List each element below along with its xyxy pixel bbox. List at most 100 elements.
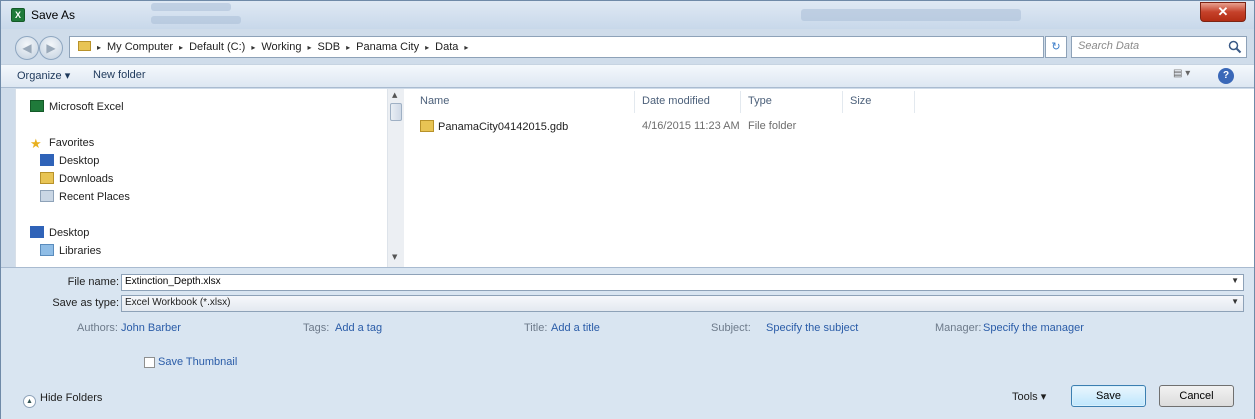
column-divider[interactable]	[842, 91, 843, 113]
refresh-button[interactable]: ↻	[1045, 36, 1067, 58]
title-value[interactable]: Add a title	[551, 322, 600, 334]
breadcrumb-separator: ▸	[97, 43, 102, 52]
star-icon: ★	[30, 136, 42, 151]
title-label: Title:	[524, 322, 548, 334]
new-folder-button[interactable]: New folder	[93, 69, 146, 81]
nav-item-desktop[interactable]: Desktop	[40, 153, 99, 169]
column-divider[interactable]	[634, 91, 635, 113]
file-name-label: File name:	[67, 276, 119, 288]
file-name: PanamaCity04142015.gdb	[438, 121, 569, 133]
breadcrumb-separator: ▸	[179, 43, 184, 52]
nav-item-label: Microsoft Excel	[49, 101, 124, 113]
breadcrumb-working[interactable]: Working	[261, 41, 301, 53]
excel-icon: X	[11, 8, 25, 22]
column-divider[interactable]	[740, 91, 741, 113]
forward-button[interactable]: ▶	[39, 36, 63, 60]
window-title: Save As	[31, 8, 76, 22]
recent-places-icon	[40, 190, 54, 202]
hide-folders-button[interactable]: ▲ Hide Folders	[23, 392, 102, 408]
background-blur	[151, 3, 231, 11]
desktop-icon	[30, 226, 44, 238]
nav-item-label: Recent Places	[59, 191, 130, 203]
tags-label: Tags:	[303, 322, 330, 334]
excel-icon	[30, 100, 44, 112]
chevron-down-icon[interactable]: ▼	[1231, 297, 1239, 306]
title-bar[interactable]: X Save As ✕	[1, 1, 1254, 29]
file-type-cell: File folder	[748, 120, 797, 132]
breadcrumb-separator: ▸	[346, 43, 351, 52]
search-icon[interactable]	[1228, 40, 1242, 54]
downloads-icon	[40, 172, 54, 184]
save-as-type-value: Excel Workbook (*.xlsx)	[125, 297, 231, 308]
nav-item-favorites[interactable]: ★ Favorites	[30, 135, 94, 151]
folder-icon	[420, 120, 434, 132]
background-blur	[151, 16, 241, 24]
breadcrumb-default-c[interactable]: Default (C:)	[189, 41, 245, 53]
navigation-scrollbar[interactable]: ▲ ▼	[387, 89, 404, 267]
scroll-down-icon[interactable]: ▼	[392, 253, 397, 261]
nav-item-label: Desktop	[49, 227, 90, 239]
column-divider[interactable]	[914, 91, 915, 113]
address-bar[interactable]: ▸ My Computer ▸ Default (C:) ▸ Working ▸ SDB ▸ Pa…	[69, 36, 1104, 59]
address-row: ◀ ▶ ▸ My Computer ▸ Default (C:) ▸ Working ▸ SD…	[1, 30, 1254, 64]
nav-item-desktop-root[interactable]: Desktop	[30, 225, 89, 241]
tools-button[interactable]: Tools ▾	[1012, 390, 1046, 403]
hide-folders-label: Hide Folders	[40, 392, 103, 404]
nav-item-microsoft-excel[interactable]: Microsoft Excel	[30, 99, 124, 115]
column-header-date-modified[interactable]: Date modified	[642, 95, 710, 107]
nav-item-recent-places[interactable]: Recent Places	[40, 189, 130, 205]
column-header-name[interactable]: Name	[420, 95, 449, 107]
save-thumbnail-checkbox[interactable]	[144, 357, 155, 368]
breadcrumb-separator: ▸	[251, 43, 256, 52]
back-button[interactable]: ◀	[15, 36, 39, 60]
manager-value[interactable]: Specify the manager	[983, 322, 1084, 334]
command-toolbar: Organize ▾ New folder ▤ ▾ ?	[1, 64, 1254, 88]
subject-label: Subject:	[711, 322, 751, 334]
chevron-down-icon[interactable]: ▼	[1231, 276, 1239, 285]
nav-item-libraries[interactable]: Libraries	[40, 243, 101, 259]
save-thumbnail-label[interactable]: Save Thumbnail	[158, 356, 237, 368]
file-date-cell: 4/16/2015 11:23 AM	[642, 120, 740, 132]
save-as-type-label: Save as type:	[52, 297, 119, 309]
search-input[interactable]	[1078, 40, 1218, 52]
scrollbar-thumb[interactable]	[390, 103, 402, 121]
desktop-icon	[40, 154, 54, 166]
nav-item-label: Downloads	[59, 173, 114, 185]
breadcrumb-separator: ▸	[425, 43, 430, 52]
folder-icon	[78, 41, 91, 51]
save-as-dialog: X Save As ✕ ◀ ▶ ▸ My Computer ▸ Default (C:…	[0, 0, 1255, 419]
organize-button[interactable]: Organize ▾	[17, 69, 70, 82]
file-list: Name Date modified Type Size PanamaCity0…	[404, 89, 1254, 267]
authors-label: Authors:	[77, 322, 118, 334]
chevron-up-icon: ▲	[23, 395, 36, 408]
nav-item-label: Libraries	[59, 245, 102, 257]
change-view-button[interactable]: ▤ ▾	[1173, 68, 1190, 79]
breadcrumb-sdb[interactable]: SDB	[318, 41, 341, 53]
breadcrumb-separator: ▸	[307, 43, 312, 52]
nav-item-label: Desktop	[59, 155, 100, 167]
cancel-button[interactable]: Cancel	[1159, 385, 1234, 407]
nav-item-label: Favorites	[49, 137, 95, 149]
breadcrumb-data[interactable]: Data	[435, 41, 458, 53]
breadcrumb-separator: ▸	[464, 43, 469, 52]
help-button[interactable]: ?	[1218, 68, 1234, 84]
background-blur	[801, 9, 1021, 21]
column-header-size[interactable]: Size	[850, 95, 871, 107]
file-name-input[interactable]	[125, 276, 1190, 287]
scroll-up-icon[interactable]: ▲	[392, 91, 397, 99]
search-box[interactable]	[1071, 36, 1247, 58]
save-button[interactable]: Save	[1071, 385, 1146, 407]
subject-value[interactable]: Specify the subject	[766, 322, 858, 334]
breadcrumb-panama-city[interactable]: Panama City	[356, 41, 419, 53]
tags-value[interactable]: Add a tag	[335, 322, 382, 334]
authors-value[interactable]: John Barber	[121, 322, 181, 334]
column-header-type[interactable]: Type	[748, 95, 772, 107]
save-as-type-select[interactable]: Excel Workbook (*.xlsx) ▼	[121, 295, 1244, 312]
breadcrumb-my-computer[interactable]: My Computer	[107, 41, 173, 53]
close-button[interactable]: ✕	[1200, 2, 1246, 22]
libraries-icon	[40, 244, 54, 256]
file-name-cell[interactable]: PanamaCity04142015.gdb	[420, 120, 568, 133]
file-name-field[interactable]: ▼	[121, 274, 1244, 291]
nav-item-downloads[interactable]: Downloads	[40, 171, 113, 187]
save-options-panel: File name: ▼ Save as type: Excel Workboo…	[1, 267, 1254, 419]
